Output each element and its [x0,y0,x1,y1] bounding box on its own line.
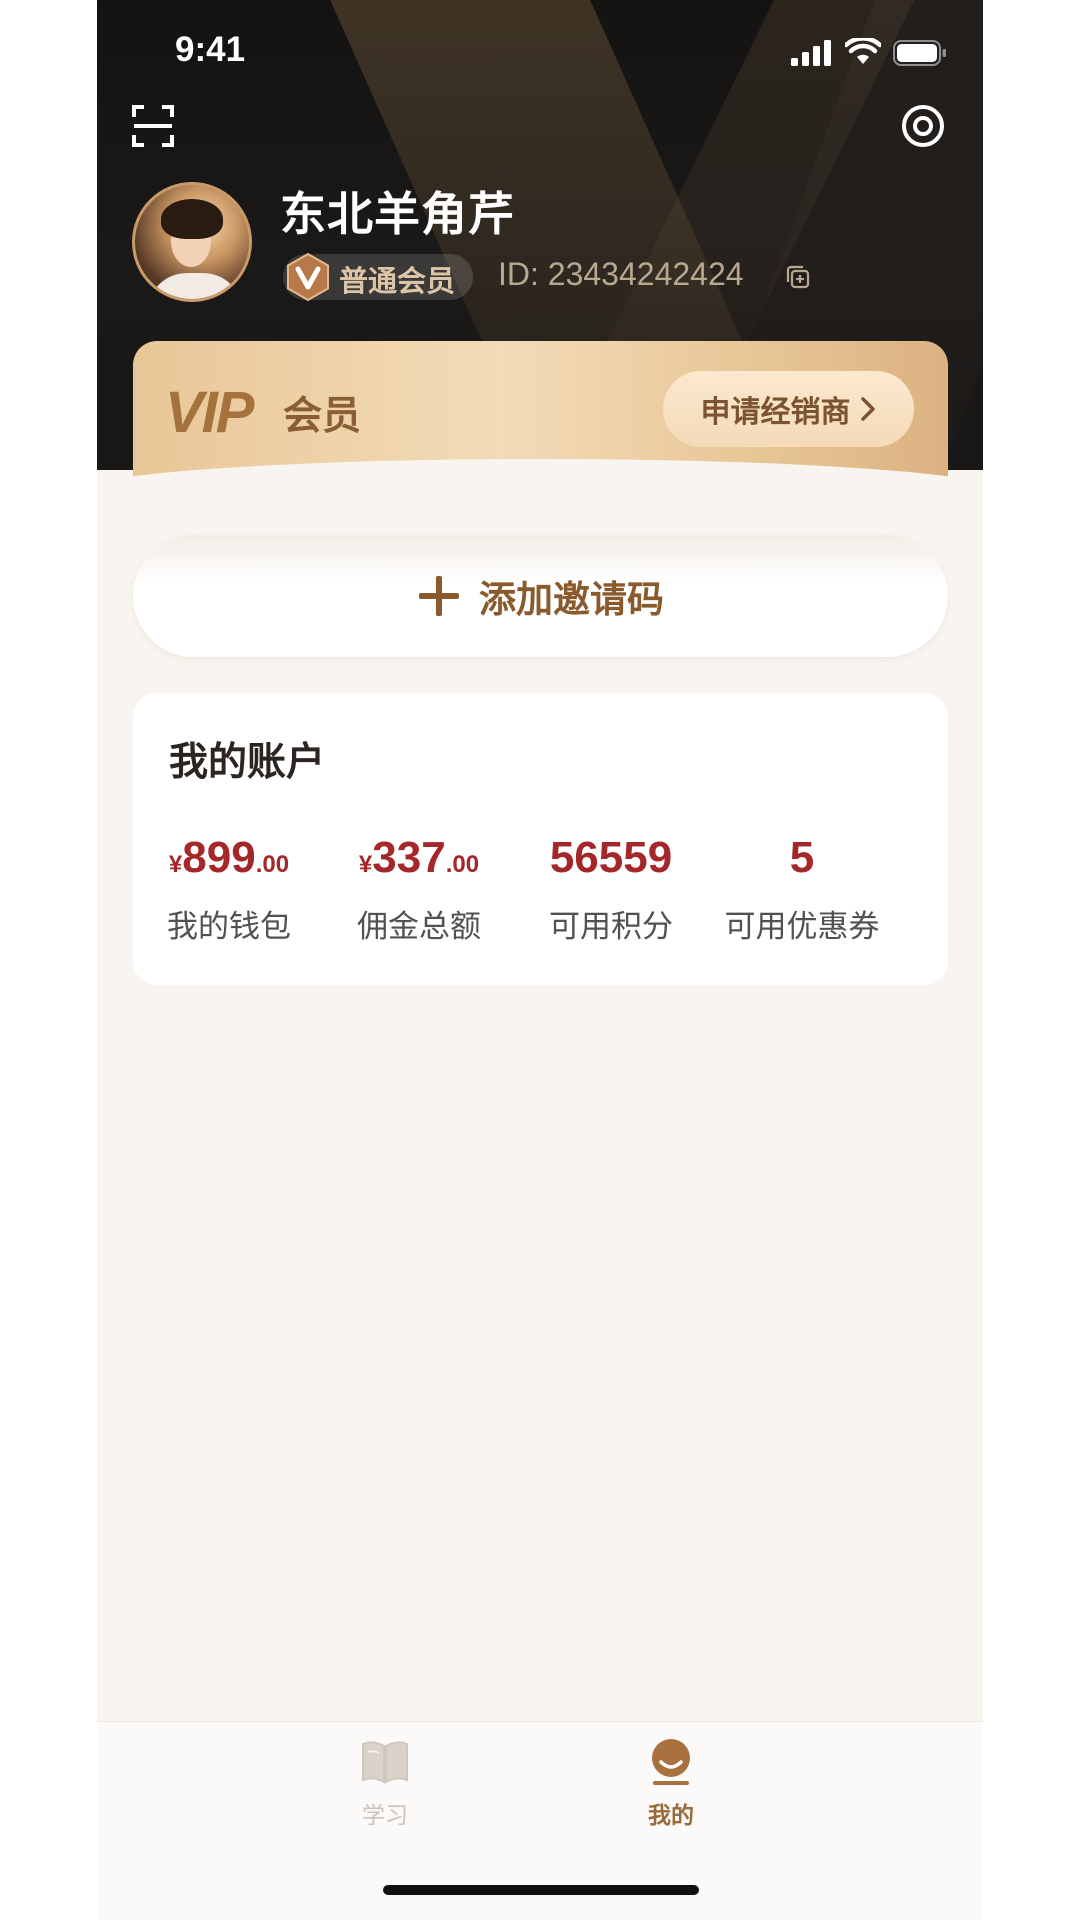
home-indicator [383,1885,699,1895]
tab-mine[interactable]: 我的 [601,1738,741,1830]
stat-wallet[interactable]: ¥899.00 我的钱包 [134,833,324,946]
phone-screen: 9:41 东北羊角芹 普通会员 ID: 23434242424 VIP 会员 申… [97,0,983,1920]
tab-study-label: 学习 [362,1803,408,1829]
vip-card: VIP 会员 申请经销商 [133,341,948,491]
status-time: 9:41 [175,30,246,69]
plus-icon [419,576,459,616]
book-icon [362,1741,408,1784]
vip-label: 会员 [283,394,362,439]
add-invite-code-label: 添加邀请码 [479,578,664,621]
cellular-signal-icon [791,40,831,66]
avatar[interactable] [132,182,252,302]
stat-coupons[interactable]: 5 可用优惠券 [707,833,897,946]
apply-dealer-label: 申请经销商 [700,395,851,430]
apply-dealer-button[interactable]: 申请经销商 [663,371,914,447]
account-title: 我的账户 [169,740,326,785]
tab-mine-label: 我的 [648,1803,694,1829]
stat-commission-value: ¥337.00 [358,833,480,882]
vip-logo: VIP [165,380,254,445]
stat-points-value: 56559 [549,833,673,882]
chevron-right-icon [860,397,875,421]
copy-icon[interactable] [785,264,811,290]
stat-points-label: 可用积分 [549,909,673,945]
settings-icon[interactable] [901,104,945,148]
user-icon [652,1739,690,1785]
stat-commission[interactable]: ¥337.00 佣金总额 [324,833,514,946]
my-account-card: 我的账户 ¥899.00 我的钱包 ¥337.00 佣金总额 56559 可用积… [133,693,948,985]
stat-points[interactable]: 56559 可用积分 [516,833,706,946]
stat-wallet-value: ¥899.00 [168,833,290,882]
add-invite-code-button[interactable]: 添加邀请码 [133,535,948,657]
wifi-icon [845,38,881,64]
username: 东北羊角芹 [280,187,515,241]
member-level-label: 普通会员 [339,264,456,298]
stat-wallet-label: 我的钱包 [167,909,291,945]
v-badge-icon [287,252,329,302]
tab-study[interactable]: 学习 [315,1738,455,1830]
stat-coupons-value: 5 [789,833,815,882]
user-id: ID: 23434242424 [498,256,744,292]
stat-coupons-label: 可用优惠券 [724,909,880,945]
battery-icon [893,40,946,66]
member-level-badge: 普通会员 [283,252,473,302]
stat-commission-label: 佣金总额 [357,909,481,945]
scan-icon[interactable] [131,104,175,148]
